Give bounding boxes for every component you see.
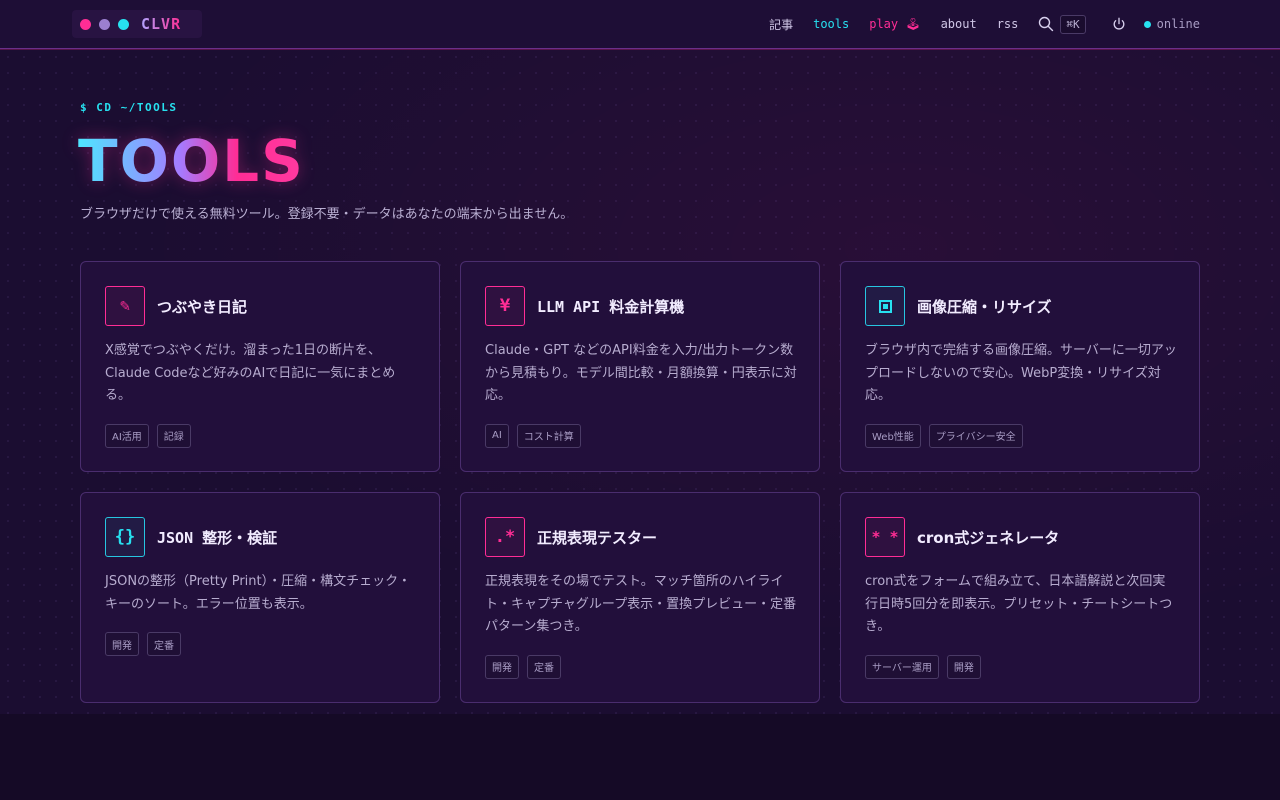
nav-item-play[interactable]: play 🕹	[869, 17, 920, 31]
tag[interactable]: 開発	[105, 632, 139, 656]
tool-card-regex[interactable]: .* 正規表現テスター 正規表現をその場でテスト。マッチ箇所のハイライト・キャプ…	[460, 492, 820, 703]
tool-card-llm-cost[interactable]: ¥ LLM API 料金計算機 Claude・GPT などのAPI料金を入力/出…	[460, 261, 820, 472]
status-label: online	[1156, 17, 1200, 31]
status-dot-icon	[1143, 20, 1151, 28]
site-header: CLVR 記事 tools play 🕹 about rss ⌘K online	[0, 0, 1280, 49]
tag[interactable]: 定番	[527, 654, 561, 679]
tag-list: 開発 定番	[105, 632, 415, 656]
tool-card-json[interactable]: {} JSON 整形・検証 JSONの整形（Pretty Print）・圧縮・構…	[80, 492, 440, 703]
tool-description: JSONの整形（Pretty Print）・圧縮・構文チェック・キーのソート。エ…	[105, 574, 411, 612]
tag-list: サーバー運用 開発	[865, 654, 1175, 679]
tool-description: cron式をフォームで組み立て、日本語解説と次回実行日時5回分を即表示。プリセッ…	[865, 574, 1173, 634]
image-frame-icon	[865, 286, 905, 326]
search-button[interactable]: ⌘K	[1038, 14, 1086, 34]
tool-card-image-compress[interactable]: 画像圧縮・リサイズ ブラウザ内で完結する画像圧縮。サーバーに一切アップロードしな…	[840, 261, 1200, 472]
main-nav: 記事 tools play 🕹 about rss ⌘K online	[749, 12, 1200, 36]
tag[interactable]: AI	[485, 423, 509, 448]
tool-title: つぶやき日記	[157, 297, 248, 316]
page-title: TOOLS	[78, 127, 305, 195]
logo-dot-pink-icon	[80, 18, 91, 30]
search-icon	[1039, 16, 1054, 32]
yen-icon: ¥	[485, 286, 525, 326]
nav-item-about[interactable]: about	[941, 17, 977, 31]
tag[interactable]: 開発	[485, 654, 519, 679]
tool-card-diary[interactable]: ✎ つぶやき日記 X感覚でつぶやくだけ。溜まった1日の断片を、Claude Co…	[80, 261, 440, 472]
tag-list: AI活用 記録	[105, 423, 415, 448]
tool-title: 正規表現テスター	[537, 528, 658, 547]
tool-card-cron[interactable]: * * cron式ジェネレータ cron式をフォームで組み立て、日本語解説と次回…	[840, 492, 1200, 703]
asterisks-icon: * *	[865, 517, 905, 557]
tag[interactable]: 定番	[147, 632, 181, 656]
tool-title: LLM API 料金計算機	[537, 297, 685, 316]
nav-item-rss[interactable]: rss	[997, 17, 1019, 31]
tool-description: ブラウザ内で完結する画像圧縮。サーバーに一切アップロードしないので安心。WebP…	[865, 343, 1177, 403]
tag[interactable]: 開発	[946, 654, 981, 679]
brand-name: CLVR	[141, 15, 182, 33]
tool-description: Claude・GPT などのAPI料金を入力/出力トークン数から見積もり。モデル…	[485, 343, 797, 403]
logo-dot-cyan-icon	[118, 18, 129, 30]
tag-list: 開発 定番	[485, 654, 795, 679]
tag-list: AI コスト計算	[485, 423, 795, 448]
search-shortcut: ⌘K	[1060, 14, 1086, 34]
terminal-prompt: $ CD ~/TOOLS	[80, 101, 178, 114]
tool-description: 正規表現をその場でテスト。マッチ箇所のハイライト・キャプチャグループ表示・置換プ…	[485, 574, 797, 634]
tag[interactable]: プライバシー安全	[928, 423, 1023, 448]
power-button[interactable]	[1112, 17, 1126, 31]
site-logo[interactable]: CLVR	[72, 10, 202, 38]
logo-dot-purple-icon	[99, 18, 110, 30]
page-subtitle: ブラウザだけで使える無料ツール。登録不要・データはあなたの端末から出ません。	[80, 207, 574, 222]
tag[interactable]: サーバー運用	[865, 654, 939, 679]
pencil-icon: ✎	[105, 286, 145, 326]
regex-icon: .*	[485, 517, 525, 557]
nav-item-tools[interactable]: tools	[813, 17, 849, 31]
tag[interactable]: AI活用	[105, 423, 149, 448]
status-indicator: online	[1143, 17, 1200, 31]
nav-item-articles[interactable]: 記事	[769, 16, 793, 33]
tool-title: JSON 整形・検証	[157, 528, 278, 547]
braces-icon: {}	[105, 517, 145, 557]
tag[interactable]: Web性能	[865, 423, 921, 448]
tool-description: X感覚でつぶやくだけ。溜まった1日の断片を、Claude Codeなど好みのAI…	[105, 343, 396, 403]
tool-title: 画像圧縮・リサイズ	[917, 297, 1052, 316]
tag-list: Web性能 プライバシー安全	[865, 423, 1175, 448]
power-icon	[1113, 17, 1125, 30]
tag[interactable]: コスト計算	[516, 423, 581, 448]
tag[interactable]: 記録	[156, 423, 191, 448]
tool-title: cron式ジェネレータ	[917, 528, 1060, 547]
tools-grid: ✎ つぶやき日記 X感覚でつぶやくだけ。溜まった1日の断片を、Claude Co…	[80, 261, 1200, 703]
